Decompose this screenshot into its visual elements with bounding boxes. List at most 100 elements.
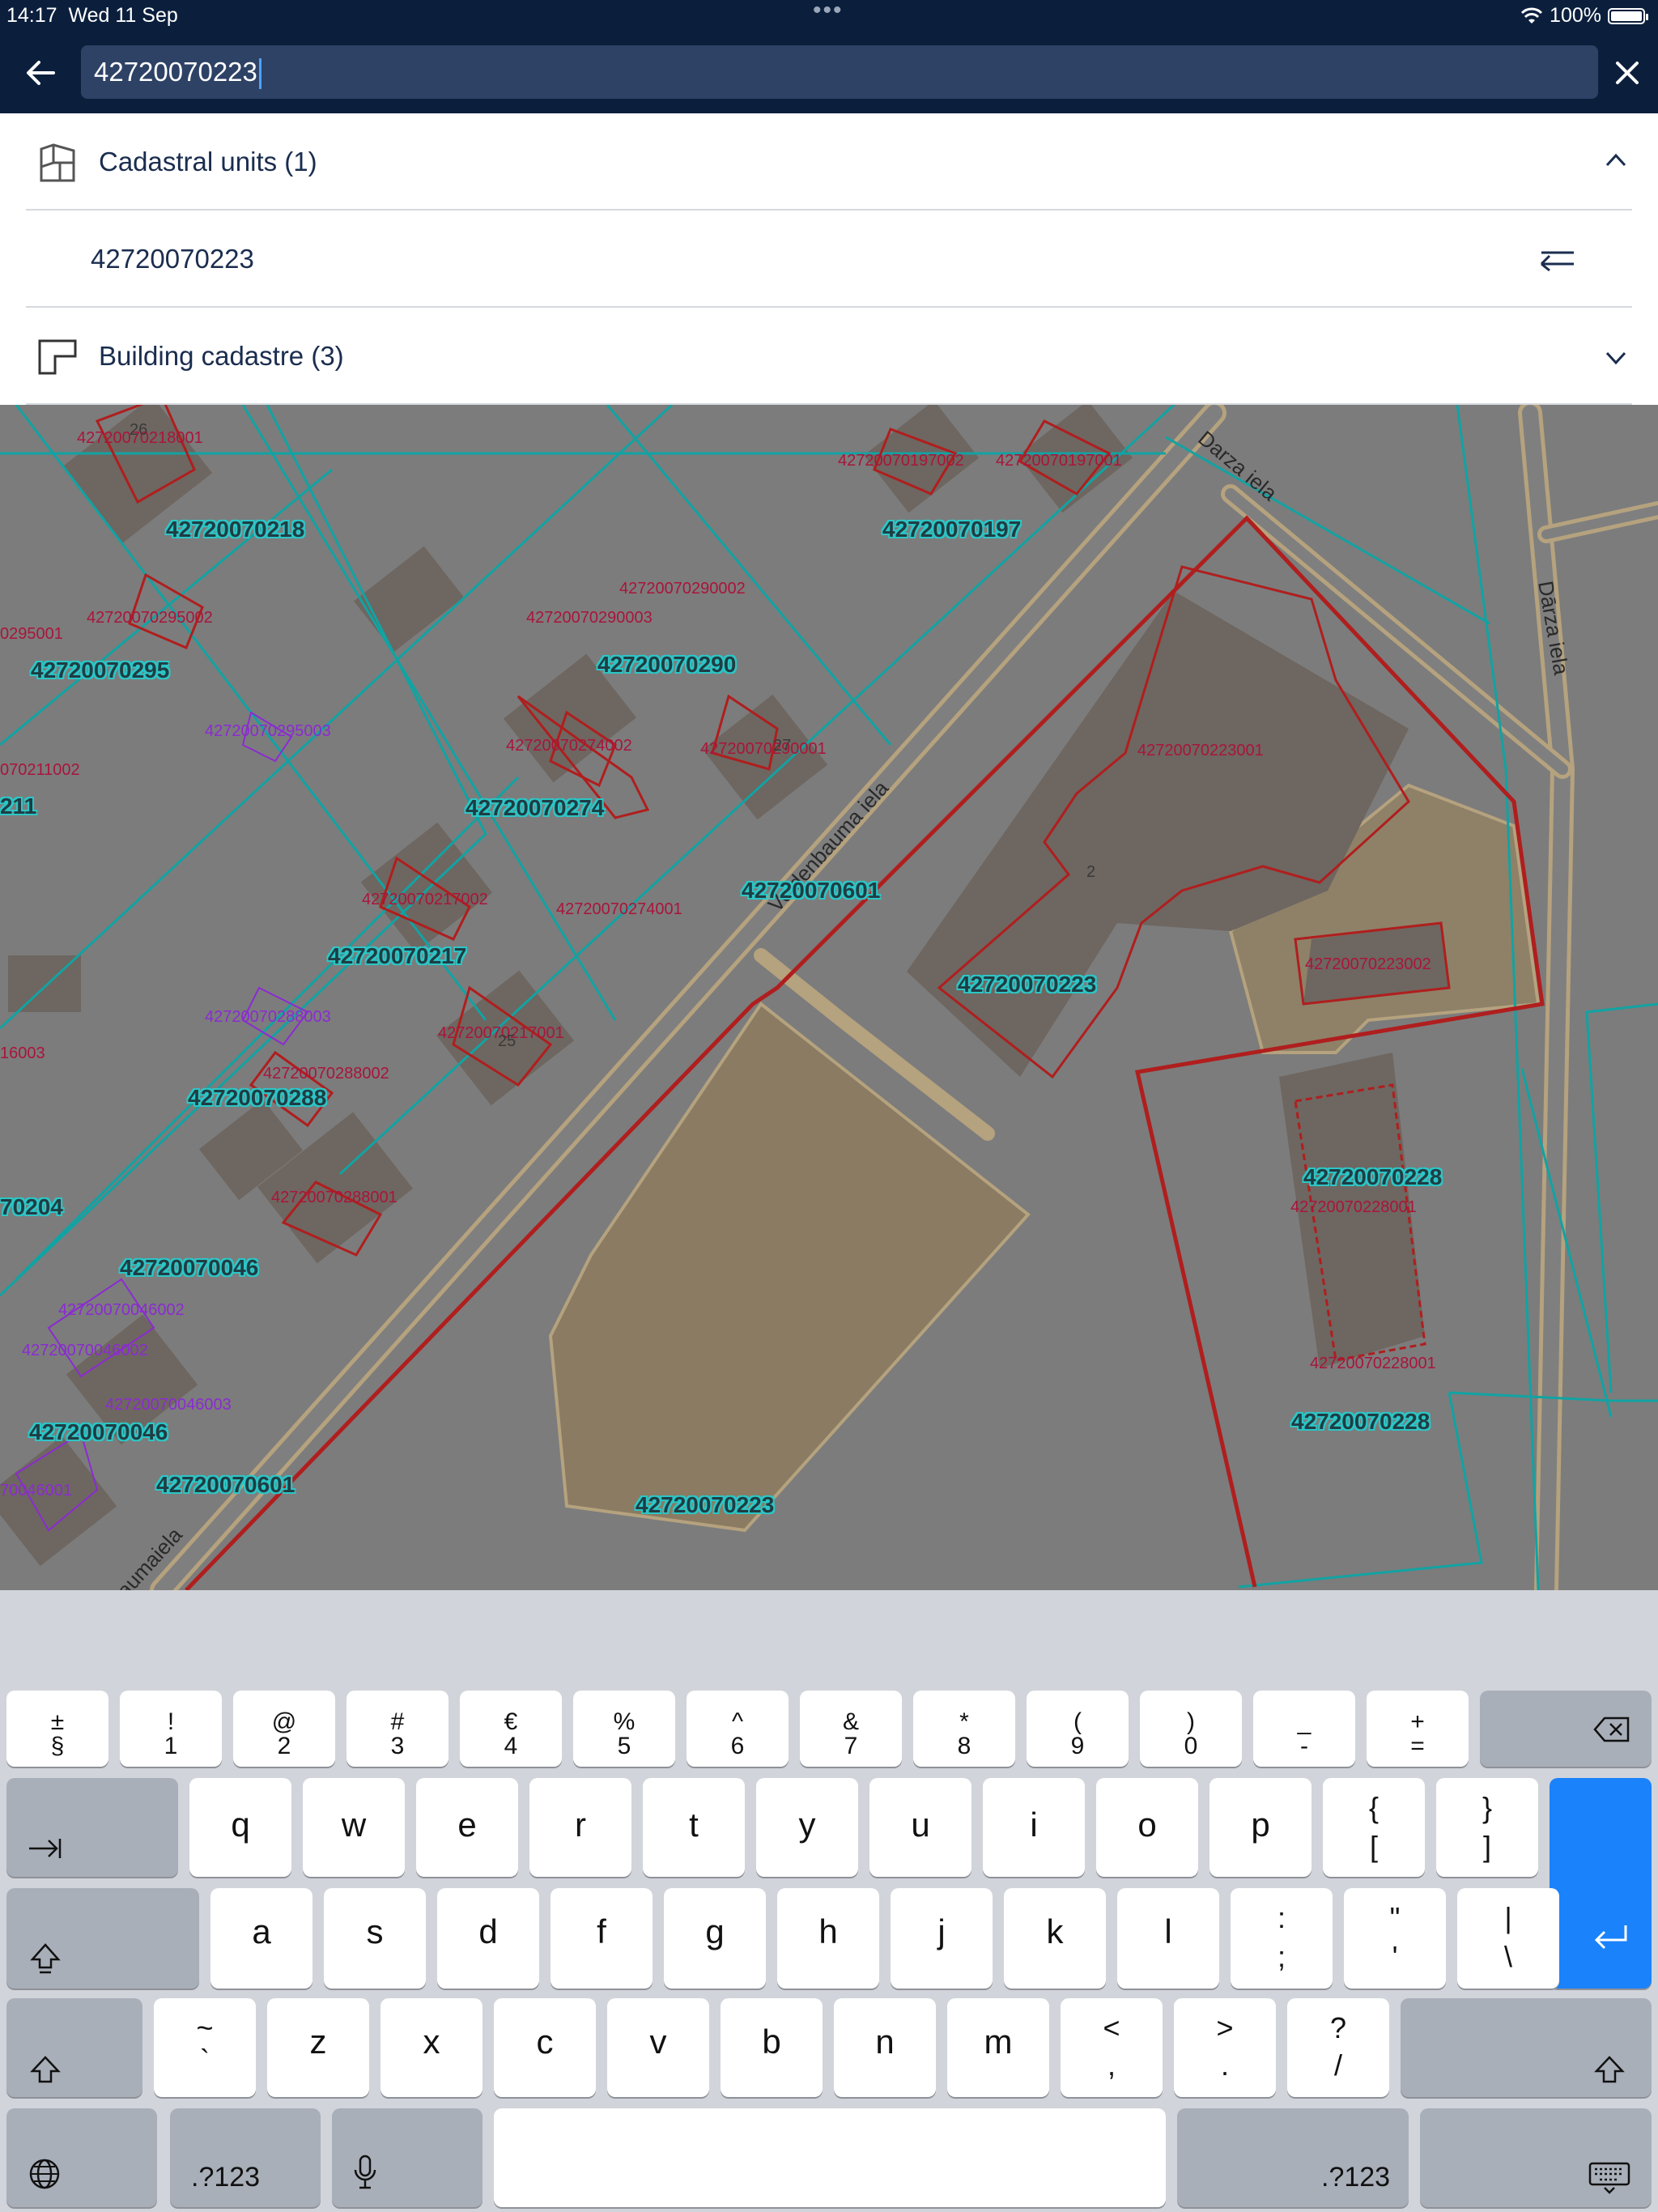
key-5[interactable]: % 5 — [573, 1691, 675, 1767]
status-time-date: 14:17 Wed 11 Sep — [6, 4, 178, 27]
key-v[interactable]: v — [607, 1998, 709, 2097]
key-6[interactable]: ^ 6 — [687, 1691, 789, 1767]
key-bracket-right[interactable]: }] — [1436, 1778, 1538, 1877]
key-section[interactable]: ± § — [6, 1691, 108, 1767]
key-s[interactable]: s — [324, 1888, 426, 1989]
backspace-icon — [1593, 1716, 1630, 1742]
shift-icon — [30, 2056, 61, 2083]
key-u[interactable]: u — [869, 1778, 971, 1877]
text-caret — [258, 58, 261, 90]
close-icon[interactable] — [1611, 57, 1643, 89]
cadastral-parcel-icon — [40, 143, 75, 182]
result-group-cadastral-units[interactable]: Cadastral units (1) — [26, 113, 1632, 211]
key-8[interactable]: * 8 — [913, 1691, 1015, 1767]
parcel-label: 70204 — [0, 1194, 63, 1219]
key-numbers-right[interactable]: .?123 — [1177, 2108, 1409, 2207]
shift-icon — [1594, 2056, 1625, 2083]
key-equals[interactable]: + = — [1367, 1691, 1469, 1767]
key-g[interactable]: g — [664, 1888, 766, 1989]
building-label: 42720070295003 — [205, 722, 331, 740]
back-arrow-icon[interactable] — [18, 50, 63, 96]
key-return[interactable] — [1550, 1778, 1652, 1989]
building-label: 42720070228001 — [1290, 1198, 1417, 1216]
key-x[interactable]: x — [380, 1998, 483, 2097]
parcel-label: 211 — [0, 793, 37, 819]
key-0[interactable]: ) 0 — [1140, 1691, 1242, 1767]
key-p[interactable]: p — [1209, 1778, 1312, 1877]
key-9[interactable]: (9 — [1027, 1691, 1129, 1767]
cadastral-map[interactable]: .pl { position:absolute; font-size:28px;… — [0, 405, 1658, 1590]
street-label-baumaiela: baumaiela — [104, 1522, 187, 1590]
key-period[interactable]: >. — [1174, 1998, 1276, 2097]
key-i[interactable]: i — [983, 1778, 1085, 1877]
search-input[interactable]: 42720070223 — [81, 45, 1598, 99]
tab-icon — [29, 1839, 62, 1858]
parcel-label: 42720070046 — [29, 1419, 168, 1444]
key-j[interactable]: j — [891, 1888, 993, 1989]
key-tilde[interactable]: ~ ` — [154, 1998, 256, 2097]
building-label: 42720070274002 — [506, 737, 632, 755]
key-n[interactable]: n — [834, 1998, 936, 2097]
key-o[interactable]: o — [1096, 1778, 1198, 1877]
key-delete[interactable] — [1480, 1691, 1652, 1767]
key-3[interactable]: #3 — [346, 1691, 449, 1767]
building-label: 42720070223002 — [1305, 955, 1431, 973]
key-4[interactable]: €4 — [460, 1691, 562, 1767]
building-label: 42720070274001 — [556, 900, 682, 918]
building-label: 42720070290003 — [526, 609, 653, 627]
multitask-dots-icon[interactable]: ••• — [813, 0, 844, 24]
parcel-label: 42720070295 — [31, 657, 170, 683]
key-bracket-left[interactable]: {[ — [1323, 1778, 1425, 1877]
chevron-up-icon[interactable] — [1605, 152, 1627, 168]
key-quote[interactable]: " ' — [1344, 1888, 1446, 1989]
key-comma[interactable]: <, — [1061, 1998, 1163, 2097]
key-d[interactable]: d — [437, 1888, 539, 1989]
microphone-icon — [354, 2155, 376, 2189]
key-tab[interactable] — [6, 1778, 178, 1877]
key-space[interactable] — [494, 2108, 1166, 2207]
key-shift-right[interactable] — [1401, 1998, 1652, 2097]
key-r[interactable]: r — [529, 1778, 631, 1877]
key-k[interactable]: k — [1004, 1888, 1106, 1989]
key-backslash[interactable]: | \ — [1457, 1888, 1559, 1989]
key-a[interactable]: a — [210, 1888, 312, 1989]
key-numbers-left[interactable]: .?123 — [170, 2108, 321, 2207]
result-item-42720070223[interactable]: 42720070223 — [26, 211, 1632, 308]
key-h[interactable]: h — [777, 1888, 879, 1989]
key-f[interactable]: f — [551, 1888, 653, 1989]
key-y[interactable]: y — [756, 1778, 858, 1877]
key-semicolon[interactable]: :; — [1231, 1888, 1333, 1989]
parcel-label: 42720070218 — [166, 517, 305, 542]
building-footprint-icon — [38, 339, 77, 375]
parcel-label-selected: 42720070223 — [636, 1492, 775, 1517]
insert-arrow-icon[interactable] — [1537, 245, 1577, 272]
key-globe[interactable] — [6, 2108, 157, 2207]
key-7[interactable]: & 7 — [800, 1691, 902, 1767]
key-z[interactable]: z — [267, 1998, 369, 2097]
key-t[interactable]: t — [643, 1778, 745, 1877]
key-m[interactable]: m — [947, 1998, 1049, 2097]
parcel-label: 42720070288 — [188, 1085, 327, 1110]
key-minus[interactable]: _ - — [1253, 1691, 1355, 1767]
key-q[interactable]: q — [189, 1778, 291, 1877]
key-w[interactable]: w — [303, 1778, 405, 1877]
key-slash[interactable]: ? / — [1287, 1998, 1389, 2097]
key-caps-lock[interactable] — [6, 1888, 199, 1989]
chevron-down-icon[interactable] — [1605, 350, 1627, 366]
key-c[interactable]: c — [494, 1998, 596, 2097]
result-group-building-cadastre[interactable]: Building cadastre (3) — [26, 308, 1632, 405]
building-label: 42720070217002 — [362, 891, 488, 908]
search-bar: 42720070223 — [0, 32, 1658, 113]
on-screen-keyboard: ± § ! 1 @2 #3 €4 % 5 ^ 6 & 7 * 8 (9 ) 0 _ - + = q… — [0, 1590, 1658, 2212]
key-hide-keyboard[interactable] — [1420, 2108, 1652, 2207]
key-l[interactable]: l — [1117, 1888, 1219, 1989]
key-2[interactable]: @2 — [233, 1691, 335, 1767]
building-label: 42720070197001 — [996, 452, 1122, 470]
key-1[interactable]: ! 1 — [120, 1691, 222, 1767]
key-dictation[interactable] — [332, 2108, 483, 2207]
house-number: 2 — [1086, 863, 1096, 881]
key-shift-left[interactable] — [6, 1998, 142, 2097]
key-b[interactable]: b — [721, 1998, 823, 2097]
key-e[interactable]: e — [416, 1778, 518, 1877]
building-label: 42720070290001 — [700, 740, 827, 758]
